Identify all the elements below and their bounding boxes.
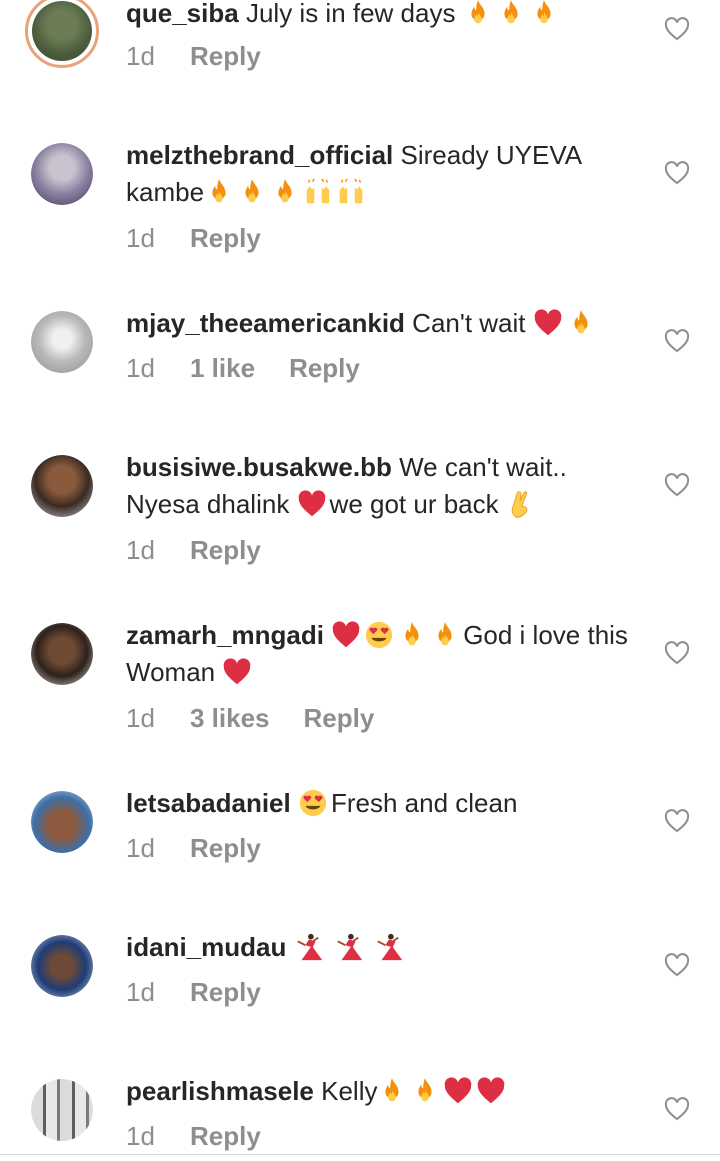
comment-username[interactable]: mjay_theeamericankid	[126, 308, 405, 338]
comment-meta: 1d Reply	[126, 977, 261, 1008]
comment-text: que_siba July is in few days	[126, 0, 636, 32]
comment-body: Fresh and clean	[330, 788, 518, 818]
comment-username[interactable]: busisiwe.busakwe.bb	[126, 452, 392, 482]
comment-meta: 1d Reply	[126, 833, 261, 864]
fire-emoji-icon	[270, 177, 300, 207]
comment-username[interactable]: idani_mudau	[126, 932, 286, 962]
comment-username[interactable]: melzthebrand_official	[126, 140, 393, 170]
red-heart-emoji-icon	[476, 1076, 506, 1106]
avatar[interactable]	[31, 311, 93, 373]
comment-text: mjay_theeamericankid Can't wait	[126, 305, 636, 342]
crossed-fingers-emoji-icon	[506, 489, 536, 519]
comment-text: pearlishmasele Kelly	[126, 1073, 636, 1110]
comment-text: zamarh_mngadi God i love this Woman	[126, 617, 636, 691]
comment-time: 1d	[126, 223, 155, 253]
fire-emoji-icon	[204, 177, 234, 207]
avatar[interactable]	[31, 791, 93, 853]
fire-emoji-icon	[410, 1076, 440, 1106]
like-heart-icon[interactable]	[664, 17, 690, 41]
fire-emoji-icon	[496, 0, 526, 28]
likes-count[interactable]: 1 like	[190, 353, 255, 384]
comment-meta: 1d Reply	[126, 1121, 261, 1152]
red-heart-emoji-icon	[297, 489, 327, 519]
heart-eyes-emoji-icon	[298, 788, 328, 818]
like-heart-icon[interactable]	[664, 953, 690, 977]
comment-text: busisiwe.busakwe.bb We can't wait.. Nyes…	[126, 449, 636, 523]
comment-text: idani_mudau	[126, 929, 636, 966]
comment-text: melzthebrand_official Siready UYEVA kamb…	[126, 137, 636, 211]
like-heart-icon[interactable]	[664, 641, 690, 665]
comment-body-continued: we got ur back	[329, 489, 499, 519]
comment-username[interactable]: que_siba	[126, 0, 239, 28]
raised-hands-emoji-icon	[336, 177, 366, 207]
avatar[interactable]	[25, 0, 99, 68]
comment-meta: 1d Reply	[126, 41, 261, 72]
like-heart-icon[interactable]	[664, 1097, 690, 1121]
red-heart-emoji-icon	[222, 657, 252, 687]
avatar-photo	[31, 455, 93, 517]
avatar[interactable]	[31, 623, 93, 685]
comment-body: July is in few days	[245, 0, 456, 28]
fire-emoji-icon	[237, 177, 267, 207]
comment-time: 1d	[126, 1121, 155, 1151]
raised-hands-emoji-icon	[303, 177, 333, 207]
comment-time: 1d	[126, 703, 155, 733]
fire-emoji-icon	[377, 1076, 407, 1106]
fire-emoji-icon	[566, 308, 596, 338]
fire-emoji-icon	[397, 620, 427, 650]
dancer-emoji-icon	[374, 932, 404, 962]
like-heart-icon[interactable]	[664, 809, 690, 833]
red-heart-emoji-icon	[533, 308, 563, 338]
red-heart-emoji-icon	[443, 1076, 473, 1106]
heart-eyes-emoji-icon	[364, 620, 394, 650]
red-heart-emoji-icon	[331, 620, 361, 650]
reply-button[interactable]: Reply	[190, 977, 261, 1007]
comment-meta: 1d Reply	[126, 535, 261, 566]
comment-username[interactable]: letsabadaniel	[126, 788, 291, 818]
like-heart-icon[interactable]	[664, 161, 690, 185]
dancer-emoji-icon	[294, 932, 324, 962]
comment-time: 1d	[126, 41, 155, 71]
comment-username[interactable]: zamarh_mngadi	[126, 620, 324, 650]
fire-emoji-icon	[430, 620, 460, 650]
reply-button[interactable]: Reply	[190, 535, 261, 565]
avatar[interactable]	[31, 935, 93, 997]
reply-button[interactable]: Reply	[190, 223, 261, 253]
comment-time: 1d	[126, 353, 155, 383]
avatar-photo	[32, 1, 92, 61]
avatar[interactable]	[31, 1079, 93, 1141]
avatar-photo	[31, 791, 93, 853]
dancer-emoji-icon	[334, 932, 364, 962]
like-heart-icon[interactable]	[664, 473, 690, 497]
reply-button[interactable]: Reply	[190, 1121, 261, 1151]
avatar-photo	[31, 311, 93, 373]
comment-time: 1d	[126, 535, 155, 565]
fire-emoji-icon	[529, 0, 559, 28]
comment-meta: 1d 1 like Reply	[126, 353, 360, 384]
avatar-photo	[31, 1079, 93, 1141]
avatar-photo	[31, 143, 93, 205]
avatar-photo	[31, 623, 93, 685]
comment-meta: 1d Reply	[126, 223, 261, 254]
like-heart-icon[interactable]	[664, 329, 690, 353]
comment-time: 1d	[126, 977, 155, 1007]
likes-count[interactable]: 3 likes	[190, 703, 270, 734]
comment-time: 1d	[126, 833, 155, 863]
comment-username[interactable]: pearlishmasele	[126, 1076, 314, 1106]
reply-button[interactable]: Reply	[190, 833, 261, 863]
avatar[interactable]	[31, 143, 93, 205]
reply-button[interactable]: Reply	[304, 703, 375, 733]
avatar-photo	[31, 935, 93, 997]
reply-button[interactable]: Reply	[289, 353, 360, 383]
comment-text: letsabadaniel Fresh and clean	[126, 785, 636, 822]
fire-emoji-icon	[463, 0, 493, 28]
comment-body: Kelly	[321, 1076, 378, 1106]
comment-body: Can't wait	[412, 308, 526, 338]
comment-meta: 1d 3 likes Reply	[126, 703, 374, 734]
reply-button[interactable]: Reply	[190, 41, 261, 71]
avatar[interactable]	[31, 455, 93, 517]
divider	[0, 1154, 720, 1155]
